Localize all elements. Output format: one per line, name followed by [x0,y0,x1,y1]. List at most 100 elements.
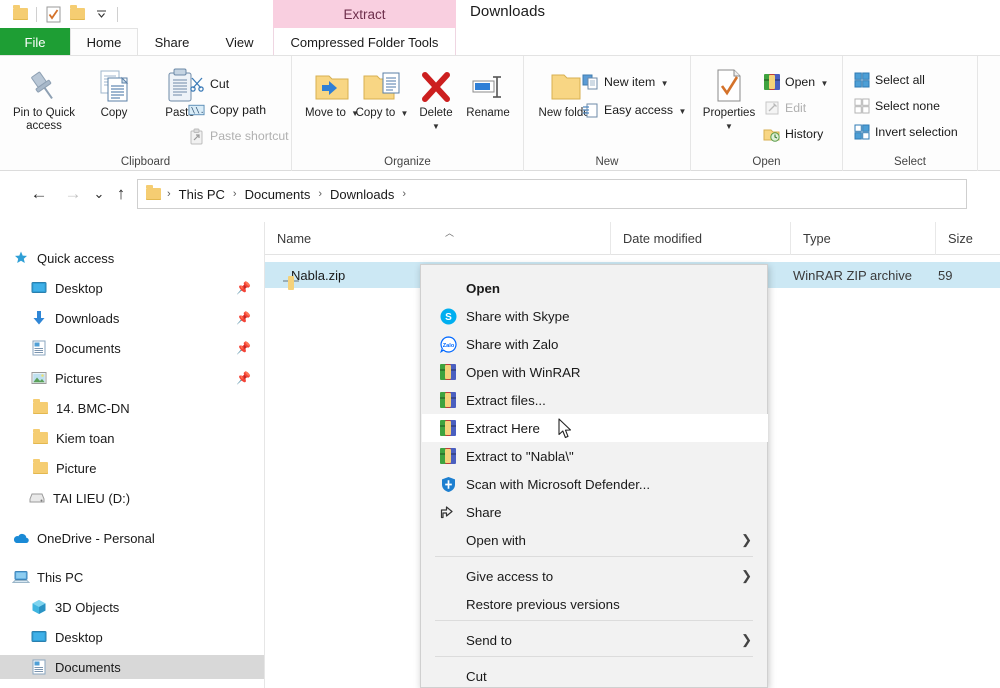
window-title: Downloads [470,3,545,20]
sidebar-item-documents[interactable]: Documents 📌 [0,336,265,360]
pin-to-quick-access-button[interactable]: Pin to Quick access [8,62,80,133]
select-all-label: Select all [875,73,925,87]
menu-item-extract-here[interactable]: Extract Here [422,414,768,442]
column-header-size[interactable]: Size [935,222,1000,255]
menu-item-extract-to-folder[interactable]: Extract to "Nabla\" [422,442,768,470]
menu-item-share[interactable]: Share [422,498,768,526]
ribbon-group-label-new: New [524,156,690,168]
winrar-icon [763,74,780,91]
download-arrow-icon [30,309,48,327]
chevron-down-icon[interactable] [89,2,113,26]
folder-icon[interactable] [8,2,32,26]
paste-shortcut-button[interactable]: Paste shortcut [188,124,289,148]
column-header-type[interactable]: Type [790,222,935,255]
sidebar-item-picture[interactable]: Picture [0,456,265,480]
menu-item-open-with[interactable]: Open with ❯ [422,526,768,554]
checked-doc-icon[interactable] [41,2,65,26]
menu-item-open[interactable]: Open [422,274,768,302]
folder-icon [31,459,49,477]
sidebar-header-onedrive[interactable]: OneDrive - Personal [0,526,265,550]
3d-objects-icon [30,598,48,616]
file-explorer-window: Extract Downloads File Home Share View C… [0,0,1000,688]
menu-item-restore-previous-versions[interactable]: Restore previous versions [422,590,768,618]
tab-file[interactable]: File [0,28,70,56]
history-button[interactable]: History [763,122,823,146]
invert-selection-button[interactable]: Invert selection [853,120,958,144]
sidebar-item-kiem-toan[interactable]: Kiem toan [0,426,265,450]
breadcrumb-separator[interactable]: › [231,188,239,200]
open-button[interactable]: Open ▼ [763,70,828,94]
tab-home[interactable]: Home [70,28,138,56]
pin-icon[interactable]: 📌 [236,371,251,385]
edit-button[interactable]: Edit [763,96,806,120]
contextual-tab-label: Extract [343,7,385,22]
file-name-cell[interactable]: Nabla.zip [283,268,345,283]
easy-access-icon [582,102,599,119]
sidebar-item-documents-thispc[interactable]: Documents [0,655,265,679]
sidebar-header-quick-access[interactable]: Quick access [0,246,265,270]
tab-compressed-folder-tools[interactable]: Compressed Folder Tools [273,28,456,56]
menu-separator [435,556,753,557]
menu-item-extract-files[interactable]: Extract files... [422,386,768,414]
rename-button[interactable]: Rename [456,62,520,120]
breadcrumb-documents[interactable]: Documents [239,187,317,202]
copy-button[interactable]: Copy [82,62,146,120]
pin-icon[interactable]: 📌 [236,281,251,295]
tab-share[interactable]: Share [138,28,206,56]
menu-item-share-with-zalo[interactable]: Zalo Share with Zalo [422,330,768,358]
pin-icon[interactable]: 📌 [236,341,251,355]
ribbon: Pin to Quick access [0,56,1000,171]
onedrive-cloud-icon [12,529,30,547]
menu-item-cut[interactable]: Cut [422,662,768,688]
properties-icon [714,62,744,104]
menu-item-scan-with-microsoft-defender[interactable]: Scan with Microsoft Defender... [422,470,768,498]
easy-access-button[interactable]: Easy access ▼ [582,98,686,122]
sidebar-item-desktop[interactable]: Desktop 📌 [0,276,265,300]
breadcrumb-separator[interactable]: › [316,188,324,200]
sidebar-header-this-pc[interactable]: This PC [0,565,265,589]
sidebar-item-3d-objects[interactable]: 3D Objects [0,595,265,619]
ribbon-group-select: Select all Select none [843,56,978,171]
sidebar-item-downloads[interactable]: Downloads 📌 [0,306,265,330]
forward-button[interactable]: → [60,181,86,207]
select-none-button[interactable]: Select none [853,94,940,118]
mouse-cursor [558,418,574,445]
breadcrumb-downloads[interactable]: Downloads [324,187,400,202]
sidebar-item-tai-lieu-d[interactable]: TAI LIEU (D:) [0,486,265,510]
defender-shield-icon [438,474,458,494]
copy-path-button[interactable]: \\.. Copy path [188,98,266,122]
column-header-name[interactable]: Name ︿ [265,222,610,255]
copy-icon [96,62,132,104]
drive-icon [28,489,46,507]
pin-icon [28,62,60,104]
file-size-cell: 59 [938,268,952,283]
up-button[interactable]: ↑ [108,181,134,207]
folder-icon[interactable] [65,2,89,26]
breadcrumb-this-pc[interactable]: This PC [173,187,231,202]
skype-icon: S [438,306,458,326]
column-header-date-modified[interactable]: Date modified [610,222,790,255]
cut-button[interactable]: Cut [188,72,229,96]
scissors-icon [188,76,205,93]
address-bar[interactable]: › This PC › Documents › Downloads › [137,179,967,209]
tab-view[interactable]: View [206,28,273,56]
sidebar-item-desktop-thispc[interactable]: Desktop [0,625,265,649]
back-button[interactable]: ← [26,181,52,207]
folder-icon [31,399,49,417]
desktop-icon [30,628,48,646]
menu-item-open-with-winrar[interactable]: Open with WinRAR [422,358,768,386]
winrar-icon [438,446,458,466]
menu-item-give-access-to[interactable]: Give access to ❯ [422,562,768,590]
file-name-label: Nabla.zip [291,268,345,283]
breadcrumb-separator[interactable]: › [400,188,408,200]
select-all-button[interactable]: Select all [853,68,925,92]
pin-icon[interactable]: 📌 [236,311,251,325]
sidebar-item-14-bmc-dn[interactable]: 14. BMC-DN [0,396,265,420]
properties-button[interactable]: Properties▼ [697,62,761,133]
ribbon-group-open: Properties▼ Open ▼ [691,56,843,171]
menu-item-share-with-skype[interactable]: S Share with Skype [422,302,768,330]
menu-item-send-to[interactable]: Send to ❯ [422,626,768,654]
new-item-button[interactable]: New item ▼ [582,70,669,94]
share-icon [438,502,458,522]
sidebar-item-pictures[interactable]: Pictures 📌 [0,366,265,390]
